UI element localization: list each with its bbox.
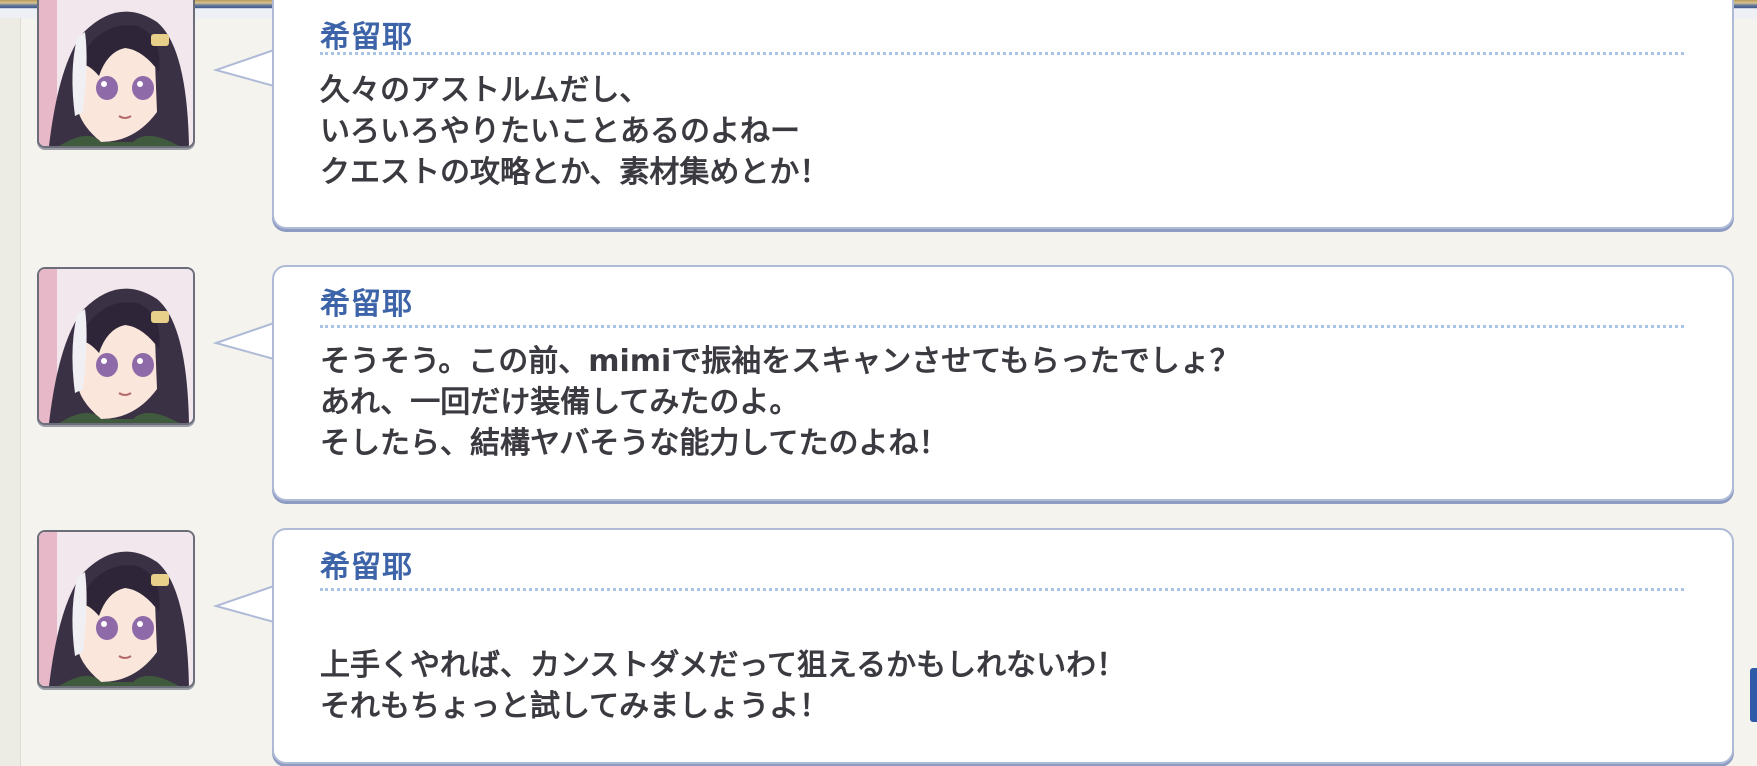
speaker-name: 希留耶 [320,550,413,585]
dialogue-text: 上手くやれば、カンストダメだって狙えるかもしれないわ！ それもちょっと試してみま… [320,604,1126,727]
dialogue-line: それもちょっと試してみましょうよ！ [320,689,830,724]
dialogue-line: そしたら、結構ヤバそうな能力してたのよね！ [320,426,949,461]
message-bubble: 希留耶 久々のアストルムだし、 いろいろやりたいことあるのよねー クエストの攻略… [272,0,1734,229]
speaker-name: 希留耶 [320,287,413,322]
speech-tail-icon [212,322,276,360]
message-bubble: 希留耶 上手くやれば、カンストダメだって狙えるかもしれないわ！ それもちょっと試… [272,528,1734,764]
character-portrait-icon [39,0,193,146]
character-portrait-icon [39,269,193,423]
dialogue-line: そうそう。この前、mimiで振袖をスキャンさせてもらったでしょ？ [320,344,1240,379]
character-portrait-icon[interactable] [37,267,195,425]
dialogue-text: 久々のアストルムだし、 いろいろやりたいことあるのよねー クエストの攻略とか、素… [320,70,829,193]
message-bubble: 希留耶 そうそう。この前、mimiで振袖をスキャンさせてもらったでしょ？ あれ、… [272,265,1734,501]
dialogue-line: いろいろやりたいことあるのよねー [320,114,800,149]
dialogue-line: あれ、一回だけ装備してみたのよ。 [320,385,800,420]
name-divider [320,588,1684,591]
character-portrait-icon [39,532,193,686]
speech-tail-icon [212,49,276,87]
dialogue-line: 久々のアストルムだし、 [320,73,650,108]
dialogue-line: 上手くやれば、カンストダメだって狙えるかもしれないわ！ [320,648,1127,683]
dialogue-text: そうそう。この前、mimiで振袖をスキャンさせてもらったでしょ？ あれ、一回だけ… [320,341,1240,464]
chat-message[interactable]: 希留耶 上手くやれば、カンストダメだって狙えるかもしれないわ！ それもちょっと試… [0,528,1757,764]
character-portrait-icon[interactable] [37,530,195,688]
name-divider [320,52,1684,55]
chat-message[interactable]: 希留耶 そうそう。この前、mimiで振袖をスキャンさせてもらったでしょ？ あれ、… [0,265,1757,501]
character-portrait-icon[interactable] [37,0,195,148]
scroll-indicator[interactable] [1750,668,1757,722]
speech-tail-icon [212,585,276,623]
dialogue-line [320,604,1126,645]
speaker-name: 希留耶 [320,20,413,55]
name-divider [320,325,1684,328]
dialogue-line: クエストの攻略とか、素材集めとか！ [320,155,830,190]
chat-message[interactable]: 希留耶 久々のアストルムだし、 いろいろやりたいことあるのよねー クエストの攻略… [0,0,1757,229]
chat-log-screen: 希留耶 久々のアストルムだし、 いろいろやりたいことあるのよねー クエストの攻略… [0,0,1757,766]
